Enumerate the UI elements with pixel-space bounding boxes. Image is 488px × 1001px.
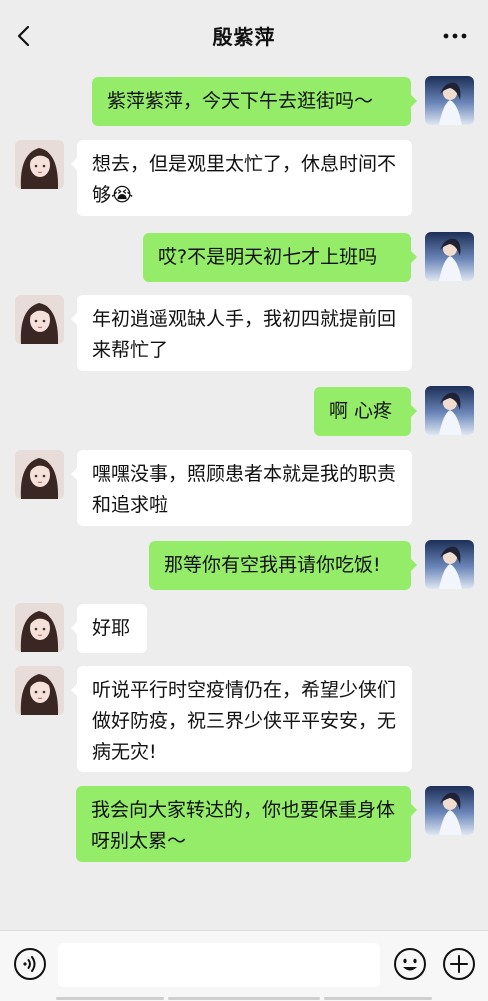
- message-row: 嘿嘿没事，照顾患者本就是我的职责和追求啦: [0, 450, 488, 526]
- avatar-image: [425, 232, 474, 281]
- avatar-image: [15, 295, 64, 344]
- voice-icon[interactable]: [13, 947, 47, 981]
- message-row: 好耶: [0, 603, 488, 655]
- message-bubble-incoming[interactable]: 听说平行时空疫情仍在，希望少侠们做好防疫，祝三界少侠平平安安，无病无灾!: [71, 666, 412, 772]
- message-text: 啊 心疼: [329, 400, 393, 422]
- chevron-left-icon[interactable]: [14, 24, 36, 48]
- my-avatar[interactable]: [425, 232, 474, 281]
- message-bubble-outgoing[interactable]: 那等你有空我再请你吃饭!: [149, 541, 417, 590]
- message-input[interactable]: [58, 943, 380, 987]
- message-row: 想去，但是观里太忙了，休息时间不够😭: [0, 140, 488, 216]
- avatar-image: [15, 603, 64, 652]
- message-row: 年初逍遥观缺人手，我初四就提前回来帮忙了: [0, 295, 488, 371]
- message-bubble-outgoing[interactable]: 我会向大家转达的，你也要保重身体呀别太累～: [76, 786, 417, 862]
- message-row: 我会向大家转达的，你也要保重身体呀别太累～: [0, 786, 488, 862]
- avatar-image: [15, 140, 64, 189]
- contact-avatar[interactable]: [15, 603, 64, 652]
- my-avatar[interactable]: [425, 386, 474, 435]
- avatar-image: [425, 76, 474, 125]
- message-row: 听说平行时空疫情仍在，希望少侠们做好防疫，祝三界少侠平平安安，无病无灾!: [0, 666, 488, 772]
- chat-title: 殷紫萍: [212, 24, 276, 49]
- message-text: 紫萍紫萍，今天下午去逛街吗～: [107, 90, 374, 112]
- message-text: 我会向大家转达的，你也要保重身体呀别太累～: [91, 799, 396, 852]
- message-list[interactable]: 紫萍紫萍，今天下午去逛街吗～ 想去，但是观里太忙了，休息时间不够😭 哎?不是明天…: [0, 70, 488, 930]
- message-bubble-outgoing[interactable]: 紫萍紫萍，今天下午去逛街吗～: [92, 77, 417, 126]
- input-bar: [0, 930, 488, 1001]
- message-text: 嘿嘿没事，照顾患者本就是我的职责和追求啦: [92, 463, 397, 516]
- message-text: 年初逍遥观缺人手，我初四就提前回来帮忙了: [92, 308, 397, 361]
- message-text: 好耶: [92, 617, 131, 639]
- contact-avatar[interactable]: [15, 295, 64, 344]
- my-avatar[interactable]: [425, 76, 474, 125]
- avatar-image: [15, 450, 64, 499]
- contact-avatar[interactable]: [15, 666, 64, 715]
- message-bubble-incoming[interactable]: 好耶: [71, 604, 147, 653]
- emoji-icon[interactable]: [393, 947, 427, 981]
- message-text: 想去，但是观里太忙了，休息时间不够😭: [92, 153, 397, 206]
- avatar-image: [425, 386, 474, 435]
- message-text: 那等你有空我再请你吃饭!: [164, 554, 381, 576]
- message-row: 啊 心疼: [0, 386, 488, 438]
- my-avatar[interactable]: [425, 786, 474, 835]
- more-dots-icon[interactable]: [442, 26, 468, 46]
- chat-header: 殷紫萍: [0, 0, 488, 70]
- avatar-image: [15, 666, 64, 715]
- contact-avatar[interactable]: [15, 450, 64, 499]
- message-bubble-incoming[interactable]: 嘿嘿没事，照顾患者本就是我的职责和追求啦: [71, 450, 412, 526]
- message-row: 哎?不是明天初七才上班吗: [0, 232, 488, 284]
- avatar-image: [425, 786, 474, 835]
- plus-icon[interactable]: [442, 947, 476, 981]
- message-row: 紫萍紫萍，今天下午去逛街吗～: [0, 76, 488, 128]
- message-bubble-incoming[interactable]: 年初逍遥观缺人手，我初四就提前回来帮忙了: [71, 295, 412, 371]
- home-indicator: [0, 995, 488, 1001]
- message-bubble-outgoing[interactable]: 哎?不是明天初七才上班吗: [143, 233, 417, 282]
- my-avatar[interactable]: [425, 540, 474, 589]
- message-row: 那等你有空我再请你吃饭!: [0, 540, 488, 592]
- message-text: 听说平行时空疫情仍在，希望少侠们做好防疫，祝三界少侠平平安安，无病无灾!: [92, 679, 397, 763]
- message-bubble-outgoing[interactable]: 啊 心疼: [314, 387, 417, 436]
- avatar-image: [425, 540, 474, 589]
- message-text: 哎?不是明天初七才上班吗: [158, 246, 378, 268]
- contact-avatar[interactable]: [15, 140, 64, 189]
- message-bubble-incoming[interactable]: 想去，但是观里太忙了，休息时间不够😭: [71, 140, 412, 216]
